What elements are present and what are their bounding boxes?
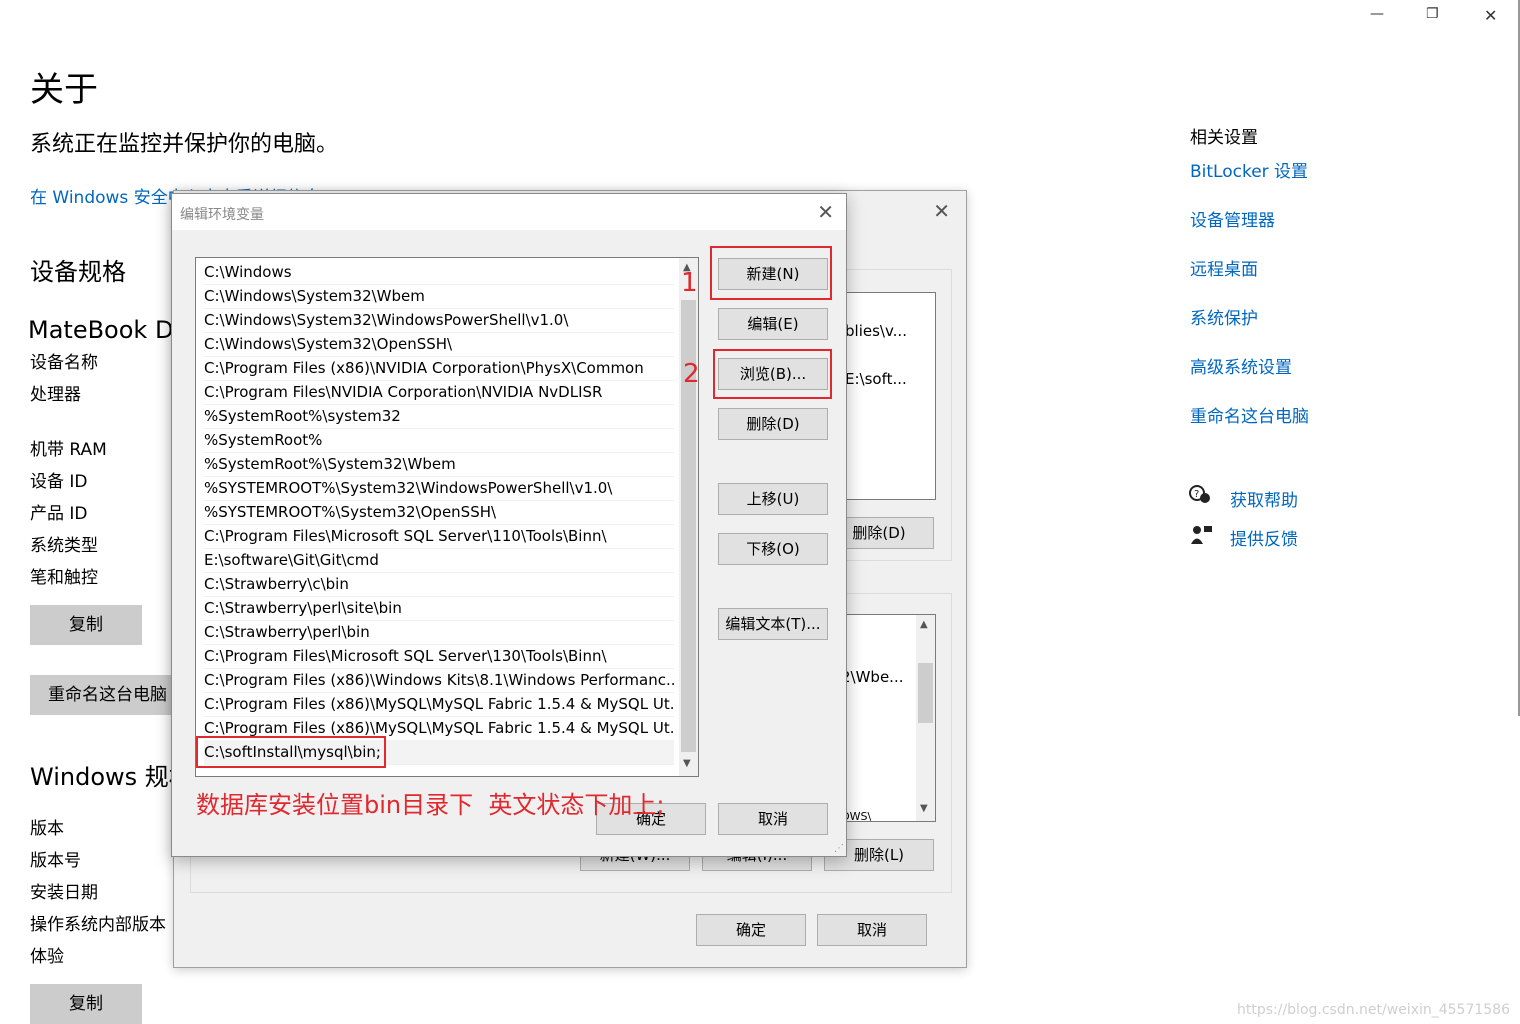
path-item[interactable]: C:\Strawberry\perl\site\bin	[204, 596, 674, 621]
path-item[interactable]: C:\Program Files\Microsoft SQL Server\13…	[204, 644, 674, 669]
path-item[interactable]: C:\Program Files\Microsoft SQL Server\11…	[204, 524, 674, 549]
system-vars-scrollbar[interactable]: ▲ ▼	[916, 615, 935, 821]
env-cancel-button[interactable]: 取消	[817, 914, 927, 946]
device-name-label: 设备名称	[30, 353, 98, 373]
close-icon[interactable]: ✕	[1484, 6, 1497, 25]
page-title: 关于	[30, 70, 98, 110]
chevron-up-icon[interactable]: ▲	[920, 619, 928, 630]
minimize-icon[interactable]: —	[1370, 6, 1384, 22]
chevron-down-icon[interactable]: ▼	[920, 803, 928, 814]
system-vars-list[interactable]: 2\Wbe... OWS\ ▲ ▼	[834, 614, 936, 822]
path-list[interactable]: C:\Windows C:\Windows\System32\Wbem C:\W…	[195, 257, 699, 777]
path-item[interactable]: %SYSTEMROOT%\System32\WindowsPowerShell\…	[204, 476, 674, 501]
list-item[interactable]: blies\v...	[845, 322, 907, 340]
device-manager-link[interactable]: 设备管理器	[1190, 206, 1275, 231]
remote-desktop-link[interactable]: 远程桌面	[1190, 255, 1258, 280]
edit-path-button[interactable]: 编辑(E)	[718, 308, 828, 340]
ram-label: 机带 RAM	[30, 440, 107, 460]
dialog-title: 编辑环境变量	[180, 207, 264, 223]
path-item[interactable]: %SystemRoot%\system32	[204, 404, 674, 429]
path-item[interactable]: C:\Windows\System32\WindowsPowerShell\v1…	[204, 308, 674, 333]
delete-path-button[interactable]: 删除(D)	[718, 408, 828, 440]
page-subtitle: 系统正在监控并保护你的电脑。	[30, 132, 339, 157]
move-up-button[interactable]: 上移(U)	[718, 483, 828, 515]
path-item[interactable]: C:\Windows\System32\OpenSSH\	[204, 332, 674, 357]
watermark: https://blog.csdn.net/weixin_45571586	[1236, 1002, 1510, 1018]
path-item[interactable]: E:\software\Git\Git\cmd	[204, 548, 674, 573]
annotation-step-1: 1	[681, 268, 698, 298]
pen-touch-label: 笔和触控	[30, 568, 98, 588]
advanced-system-settings-link[interactable]: 高级系统设置	[1190, 353, 1292, 378]
rename-pc-link[interactable]: 重命名这台电脑	[1190, 402, 1309, 427]
product-id-label: 产品 ID	[30, 504, 88, 524]
feedback-icon	[1191, 526, 1212, 544]
processor-label: 处理器	[30, 385, 81, 405]
help-icon: ?	[1189, 485, 1210, 503]
path-item[interactable]: C:\Windows	[204, 260, 674, 285]
edition-label: 版本	[30, 819, 64, 839]
rename-pc-button[interactable]: 重命名这台电脑	[30, 675, 190, 715]
path-list-scrollbar[interactable]: ▲ ▼	[679, 258, 698, 776]
edit-text-button[interactable]: 编辑文本(T)...	[718, 608, 828, 640]
path-item[interactable]: C:\Strawberry\perl\bin	[204, 620, 674, 645]
annotation-step-2: 2	[683, 359, 700, 389]
path-item[interactable]: %SYSTEMROOT%\System32\OpenSSH\	[204, 500, 674, 525]
related-settings-heading: 相关设置	[1190, 128, 1258, 148]
maximize-icon[interactable]: ❐	[1426, 6, 1439, 22]
path-item[interactable]: C:\Program Files (x86)\Windows Kits\8.1\…	[204, 668, 674, 693]
windows-spec-heading: Windows 规格	[30, 763, 193, 791]
list-item[interactable]: E:\soft...	[845, 370, 907, 388]
device-id-label: 设备 ID	[30, 472, 88, 492]
resize-grip-icon[interactable]: ⋰	[834, 843, 844, 854]
path-item[interactable]: %SystemRoot%\System32\Wbem	[204, 452, 674, 477]
annotation-box-browse	[713, 349, 832, 399]
path-item[interactable]: C:\Program Files (x86)\NVIDIA Corporatio…	[204, 356, 674, 381]
version-label: 版本号	[30, 851, 81, 871]
close-icon[interactable]: ✕	[817, 200, 834, 224]
experience-label: 体验	[30, 947, 64, 967]
close-icon[interactable]: ✕	[933, 199, 950, 223]
list-item[interactable]: 2\Wbe...	[841, 668, 903, 686]
os-build-label: 操作系统内部版本	[30, 915, 166, 935]
system-type-label: 系统类型	[30, 536, 98, 556]
dialog-titlebar: 编辑环境变量 ✕	[172, 194, 846, 230]
svg-text:?: ?	[1194, 489, 1199, 500]
device-model: MateBook D	[28, 316, 174, 344]
path-item[interactable]: C:\Program Files\NVIDIA Corporation\NVID…	[204, 380, 674, 405]
get-help-link[interactable]: 获取帮助	[1230, 486, 1298, 511]
edit-cancel-button[interactable]: 取消	[718, 803, 828, 835]
path-item[interactable]: C:\Program Files (x86)\MySQL\MySQL Fabri…	[204, 692, 674, 717]
path-item[interactable]: %SystemRoot%	[204, 428, 674, 453]
system-protection-link[interactable]: 系统保护	[1190, 304, 1258, 329]
annotation-box-new-path	[196, 736, 386, 768]
device-spec-heading: 设备规格	[30, 258, 126, 286]
annotation-note: 数据库安装位置bin目录下 英文状态下加上;	[196, 791, 665, 819]
copy-device-button[interactable]: 复制	[30, 605, 142, 645]
user-vars-list[interactable]: blies\v... E:\soft...	[834, 292, 936, 500]
chevron-down-icon[interactable]: ▼	[683, 758, 691, 769]
env-ok-button[interactable]: 确定	[696, 914, 806, 946]
path-item[interactable]: C:\Strawberry\c\bin	[204, 572, 674, 597]
annotation-box-new	[710, 246, 832, 300]
feedback-link[interactable]: 提供反馈	[1230, 525, 1298, 550]
path-item[interactable]: C:\Windows\System32\Wbem	[204, 284, 674, 309]
move-down-button[interactable]: 下移(O)	[718, 533, 828, 565]
bitlocker-link[interactable]: BitLocker 设置	[1190, 157, 1308, 182]
copy-windows-button[interactable]: 复制	[30, 984, 142, 1024]
install-date-label: 安装日期	[30, 883, 98, 903]
